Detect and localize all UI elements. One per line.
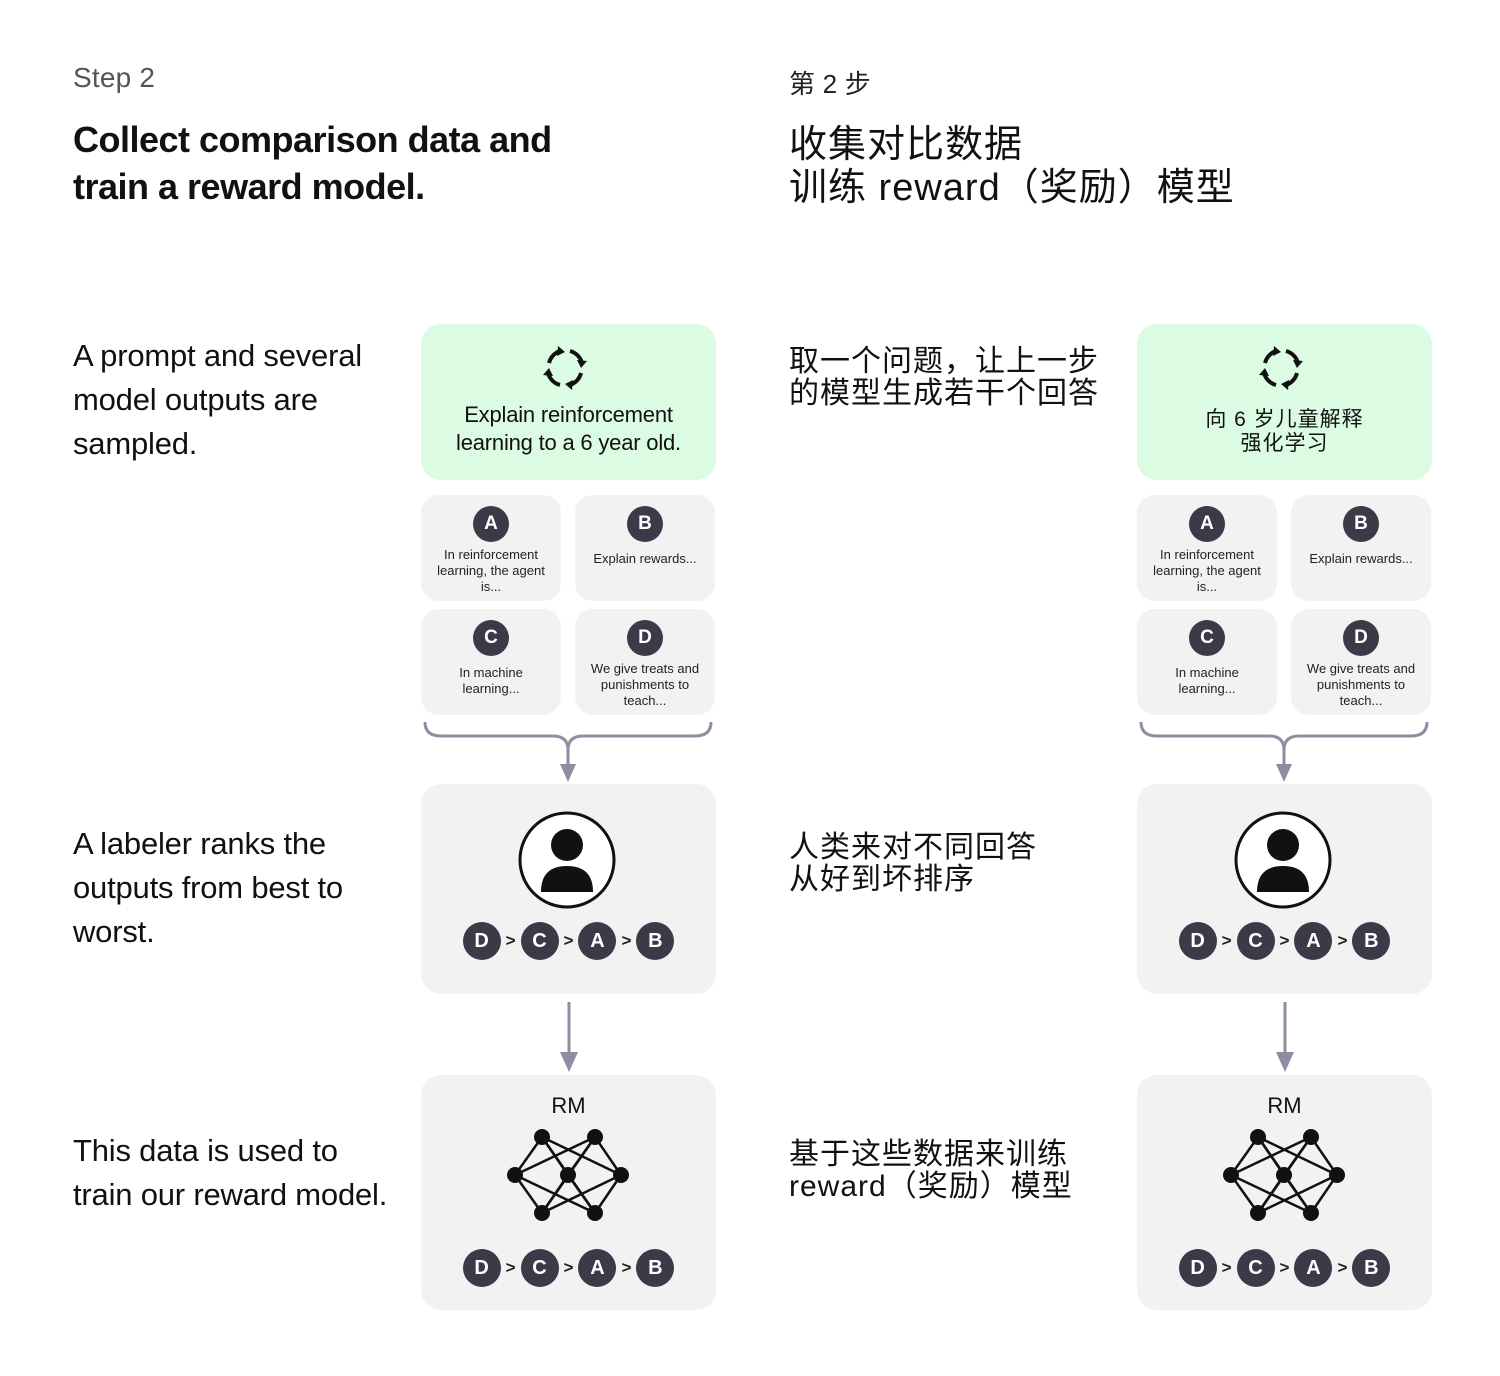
option-text-a: In reinforcement learning, the agent is.…	[437, 547, 545, 594]
ranking-row: D > C > A > B	[421, 922, 716, 960]
rank-separator: >	[1337, 1258, 1348, 1277]
rank-badge-4: B	[636, 1249, 675, 1287]
rank-separator: >	[1279, 931, 1290, 950]
rank-badge-2: C	[520, 922, 559, 960]
labeler-person-icon	[518, 811, 616, 909]
desc-sample: A prompt and several model outputs are s…	[73, 338, 362, 461]
prompt-text: Explain reinforcement learning to a 6 ye…	[456, 402, 681, 455]
step-label: 第 2 步	[789, 69, 871, 99]
rank-badge-2: C	[1236, 1249, 1275, 1287]
rank-badge-4: B	[636, 922, 675, 960]
down-arrow	[1276, 1002, 1294, 1072]
prompt-text: 向 6 岁儿童解释 强化学习	[1205, 408, 1364, 455]
rank-badge-3: A	[578, 922, 617, 960]
rank-badge-4: B	[1352, 1249, 1391, 1287]
rank-separator: >	[1337, 931, 1348, 950]
down-arrow	[560, 1002, 578, 1072]
rank-separator: >	[1279, 1258, 1290, 1277]
english-column: Step 2 Collect comparison data and train…	[0, 0, 750, 1376]
refresh-cycle-icon	[543, 346, 587, 390]
rank-badge-1: D	[462, 1249, 501, 1287]
option-text-b: Explain rewards...	[1309, 551, 1413, 566]
option-badge-a: A	[473, 506, 509, 542]
prompt-card: 向 6 岁儿童解释 强化学习	[1137, 324, 1432, 480]
rank-badge-1: D	[1178, 1249, 1217, 1287]
option-card-b: B Explain rewards...	[575, 495, 715, 601]
labeler-person-icon	[1234, 811, 1332, 909]
option-badge-b: B	[1343, 506, 1379, 542]
merge-bracket-arrow	[423, 721, 713, 782]
option-text-a: In reinforcement learning, the agent is.…	[1153, 547, 1261, 594]
rank-separator: >	[1221, 931, 1232, 950]
refresh-cycle-icon	[1259, 346, 1303, 390]
rank-badge-2: C	[520, 1249, 559, 1287]
ranking-row: D > C > A > B	[421, 1249, 716, 1287]
rank-badge-1: D	[462, 922, 501, 960]
option-text-d: We give treats and punishments to teach.…	[1306, 661, 1416, 708]
labeler-card: D > C > A > B	[1137, 784, 1432, 994]
option-card-b: B Explain rewards...	[1291, 495, 1431, 601]
option-card-a: A In reinforcement learning, the agent i…	[1137, 495, 1277, 601]
option-badge-d: D	[1343, 620, 1379, 656]
rank-separator: >	[505, 931, 516, 950]
rank-badge-2: C	[1236, 922, 1275, 960]
rank-badge-1: D	[1178, 922, 1217, 960]
neural-network-icon	[507, 1129, 629, 1221]
option-card-c: C In machine learning...	[421, 609, 561, 715]
rm-label: RM	[551, 1093, 586, 1118]
chinese-column: 第 2 步 收集对比数据 训练 reward（奖励）模型 取一个问题，让上一步 …	[716, 0, 1466, 1376]
labeler-card: D > C > A > B	[421, 784, 716, 994]
reward-model-card: RM D > C > A > B	[1137, 1075, 1432, 1310]
rank-badge-3: A	[1294, 922, 1333, 960]
desc-sample: 取一个问题，让上一步 的模型生成若干个回答	[789, 345, 1099, 410]
option-badge-c: C	[1189, 620, 1225, 656]
option-card-c: C In machine learning...	[1137, 609, 1277, 715]
option-badge-c: C	[473, 620, 509, 656]
desc-train: This data is used to train our reward mo…	[73, 1133, 388, 1212]
step-title: 收集对比数据 训练 reward（奖励）模型	[789, 124, 1235, 209]
option-badge-d: D	[627, 620, 663, 656]
option-card-d: D We give treats and punishments to teac…	[1291, 609, 1431, 715]
rank-separator: >	[563, 1258, 574, 1277]
rank-badge-3: A	[578, 1249, 617, 1287]
option-badge-b: B	[627, 506, 663, 542]
rank-separator: >	[505, 1258, 516, 1277]
option-text-c: In machine learning...	[459, 665, 523, 696]
rank-separator: >	[621, 1258, 632, 1277]
rm-label: RM	[1267, 1093, 1302, 1118]
neural-network-icon	[1223, 1129, 1345, 1221]
desc-rank: 人类来对不同回答 从好到坏排序	[789, 831, 1037, 896]
rank-separator: >	[621, 931, 632, 950]
prompt-card: Explain reinforcement learning to a 6 ye…	[421, 324, 716, 480]
rank-badge-3: A	[1294, 1249, 1333, 1287]
step-title: Collect comparison data and train a rewa…	[73, 119, 552, 207]
merge-bracket-arrow	[1139, 721, 1429, 782]
ranking-row: D > C > A > B	[1137, 922, 1432, 960]
option-card-a: A In reinforcement learning, the agent i…	[421, 495, 561, 601]
option-text-b: Explain rewards...	[593, 551, 697, 566]
step-label: Step 2	[73, 62, 156, 93]
option-text-d: We give treats and punishments to teach.…	[590, 661, 700, 708]
rank-separator: >	[1221, 1258, 1232, 1277]
option-text-c: In machine learning...	[1175, 665, 1239, 696]
desc-rank: A labeler ranks the outputs from best to…	[73, 826, 343, 949]
rank-separator: >	[563, 931, 574, 950]
reward-model-card: RM D > C > A > B	[421, 1075, 716, 1310]
option-badge-a: A	[1189, 506, 1225, 542]
desc-train: 基于这些数据来训练 reward（奖励）模型	[789, 1138, 1073, 1203]
ranking-row: D > C > A > B	[1137, 1249, 1432, 1287]
rank-badge-4: B	[1352, 922, 1391, 960]
option-card-d: D We give treats and punishments to teac…	[575, 609, 715, 715]
